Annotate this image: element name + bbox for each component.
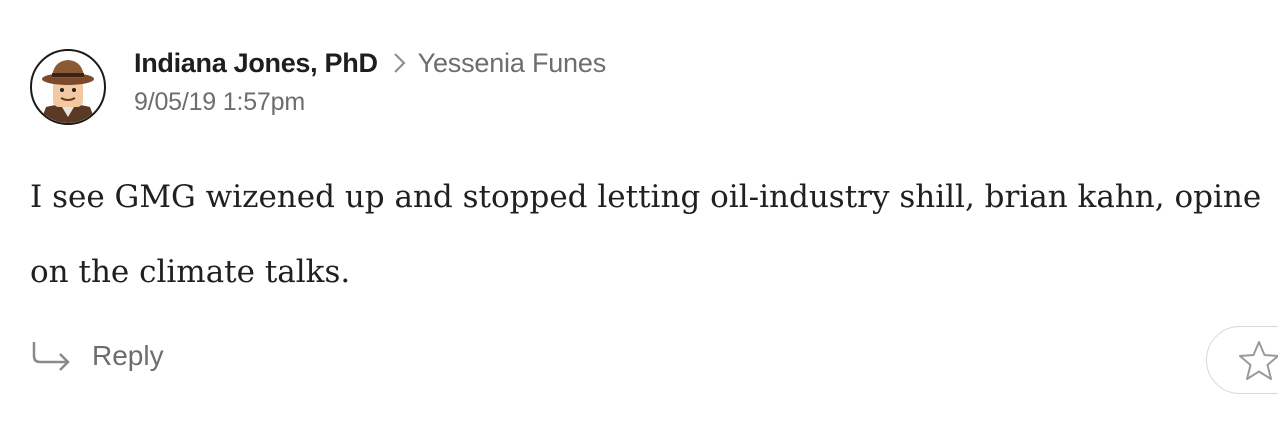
comment-body: I see GMG wizened up and stopped letting… [30,179,1262,290]
star-button[interactable] [1206,326,1278,394]
recipient-name[interactable]: Yessenia Funes [418,48,607,79]
reply-button[interactable]: Reply [30,340,164,372]
reply-label: Reply [92,340,164,371]
comment-header: Indiana Jones, PhD Yessenia Funes 9/05/1… [134,46,606,117]
timestamp[interactable]: 9/05/19 1:57pm [134,88,606,117]
author-name[interactable]: Indiana Jones, PhD [134,48,378,79]
reply-arrow-icon [32,342,70,371]
fedora-adventurer-avatar-icon [40,60,96,123]
star-icon [1239,341,1278,380]
avatar[interactable] [30,49,106,125]
chevron-right-icon [393,53,406,73]
